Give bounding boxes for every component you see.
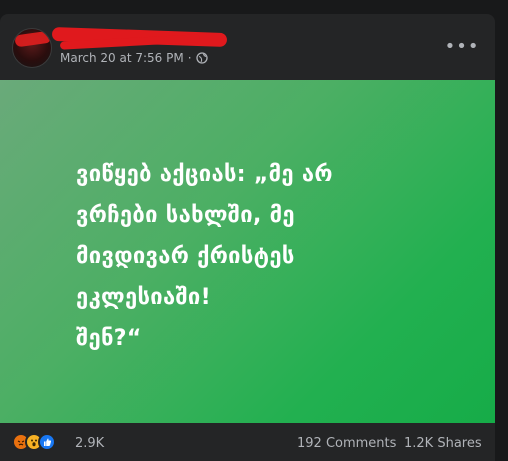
more-options-button[interactable]: •••	[445, 34, 479, 58]
like-reaction-icon	[38, 433, 56, 451]
globe-icon[interactable]	[195, 52, 208, 64]
scrollbar-thumb[interactable]	[500, 0, 506, 461]
post-header: March 20 at 7:56 PM · •••	[0, 14, 495, 80]
post-meta: March 20 at 7:56 PM ·	[60, 50, 208, 66]
shares-count-link[interactable]: 1.2K Shares	[404, 436, 482, 451]
meta-separator: ·	[187, 51, 192, 65]
reactions-summary[interactable]	[12, 433, 56, 451]
post-image[interactable]: ვიწყებ აქციას: „მე არ ვრჩები სახლში, მე …	[0, 80, 495, 423]
facebook-post: March 20 at 7:56 PM · ••• ვიწყებ აქციას:…	[0, 14, 495, 461]
page-scrollbar[interactable]	[499, 0, 508, 461]
reaction-count[interactable]: 2.9K	[75, 436, 104, 451]
post-timestamp[interactable]: March 20 at 7:56 PM	[60, 51, 184, 65]
author-avatar[interactable]	[12, 28, 52, 68]
comments-count-link[interactable]: 192 Comments	[297, 436, 396, 451]
post-footer: 2.9K 192 Comments 1.2K Shares	[0, 423, 495, 461]
post-image-text: ვიწყებ აქციას: „მე არ ვრჩები სახლში, მე …	[76, 162, 333, 351]
